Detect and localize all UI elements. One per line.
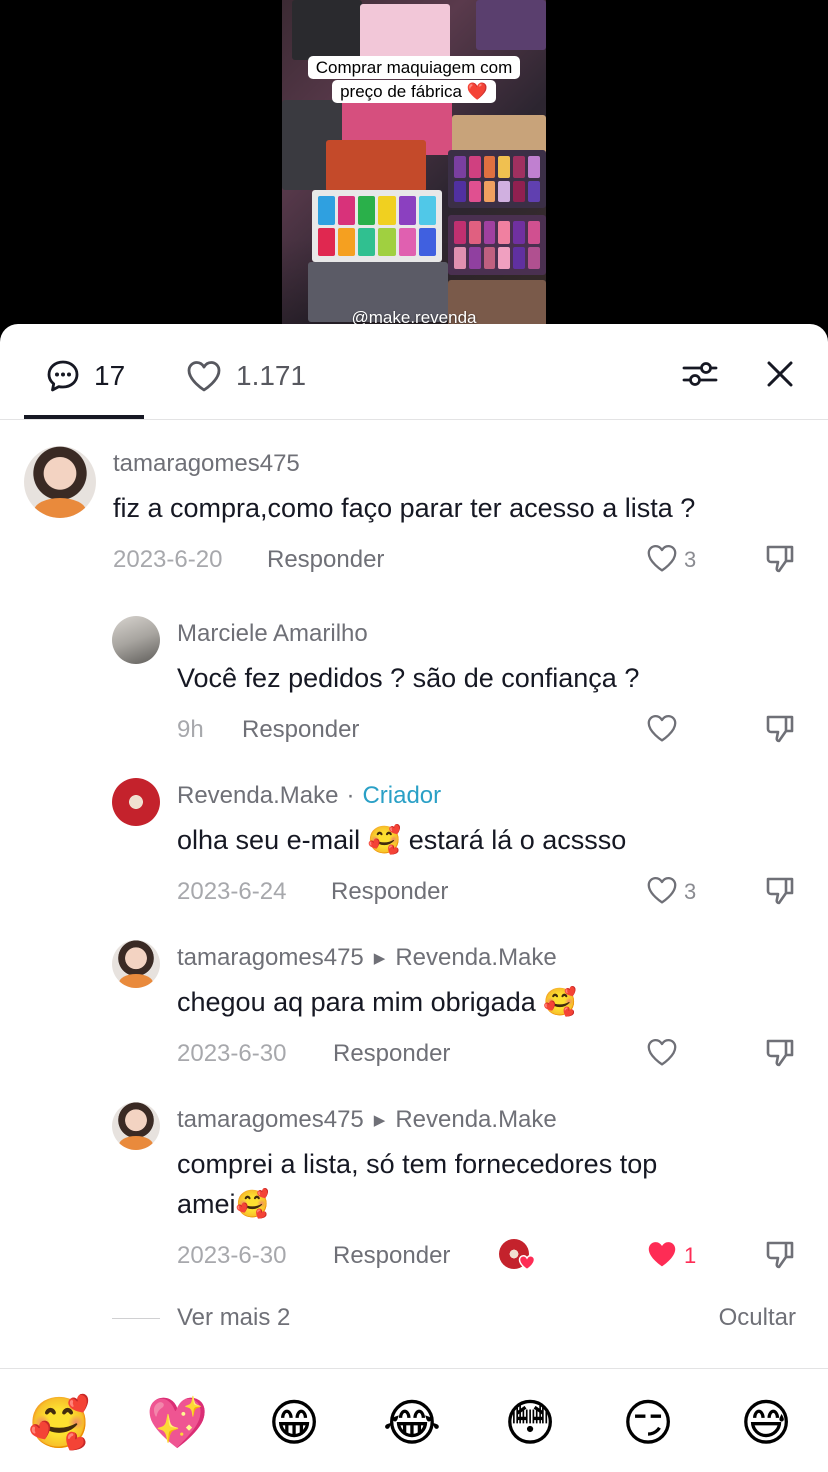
hide-replies-button[interactable]: Ocultar [719, 1304, 796, 1332]
active-tab-indicator [24, 415, 144, 419]
video-palette [360, 4, 450, 64]
avatar[interactable] [112, 778, 160, 826]
heart-outline-icon [647, 876, 677, 904]
comment-like-count: 3 [684, 879, 697, 904]
comment-username-row: tamaragomes475 ▶ Revenda.Make [177, 944, 557, 972]
avatar[interactable] [112, 940, 160, 988]
sheet-header: 17 1.171 [0, 324, 828, 420]
heart-outline-icon [187, 361, 221, 392]
reply-button[interactable]: Responder [333, 1040, 450, 1068]
like-comment-button[interactable] [644, 1034, 680, 1070]
reply-button[interactable]: Responder [331, 878, 448, 906]
comment-username[interactable]: Revenda.Make [177, 782, 338, 810]
like-comment-button[interactable] [644, 1236, 680, 1272]
video-palette [312, 190, 442, 262]
comment-text-line1: comprei a lista, só tem fornecedores top [177, 1149, 658, 1179]
reply-button[interactable]: Responder [267, 546, 384, 574]
video-caption-line2: preço de fábrica ❤️ [332, 80, 496, 103]
heart-outline-icon [647, 1038, 677, 1066]
separator-dot: · [346, 782, 355, 809]
avatar[interactable] [24, 446, 96, 518]
reply-arrow-icon: ▶ [373, 1112, 386, 1129]
tab-likes[interactable]: 1.171 [186, 354, 306, 398]
emoji-quick-bar: 🥰 💖 😁 😂 😳 😏 😅 [0, 1368, 828, 1472]
comment-date: 2023-6-20 [113, 546, 223, 573]
comment-username[interactable]: tamaragomes475 [113, 450, 300, 478]
like-comment-button[interactable] [644, 872, 680, 908]
reply-to-username[interactable]: Revenda.Make [395, 1106, 556, 1134]
close-button[interactable] [760, 354, 800, 394]
comment-date: 9h [177, 716, 204, 743]
dislike-button[interactable] [762, 872, 798, 908]
heart-outline-icon [647, 544, 677, 572]
see-more-replies-button[interactable]: Ver mais 2 [177, 1304, 290, 1332]
like-count: 1.171 [236, 360, 307, 391]
video-preview[interactable]: Comprar maquiagem com preço de fábrica ❤… [282, 0, 546, 340]
comment-date: 2023-6-24 [177, 878, 287, 905]
comment-text: fiz a compra,como faço parar ter acesso … [113, 493, 696, 523]
video-palette [448, 215, 546, 275]
comments-sheet: 17 1.171 tamaragomes475 fiz a compra,com… [0, 324, 828, 1472]
emoji-flushed[interactable]: 😳 [500, 1393, 560, 1453]
dislike-button[interactable] [762, 540, 798, 576]
reply-button[interactable]: Responder [242, 716, 359, 744]
comment-date: 2023-6-30 [177, 1242, 287, 1269]
thumbs-down-icon [766, 877, 794, 905]
emoji-tears-of-joy[interactable]: 😂 [382, 1393, 442, 1453]
thumbs-down-icon [766, 715, 794, 743]
comment-text-line2: amei🥰 [177, 1189, 270, 1219]
thumbs-down-icon [766, 545, 794, 573]
creator-liked-heart-icon [518, 1254, 536, 1271]
comment-date: 2023-6-30 [177, 1040, 287, 1067]
dislike-button[interactable] [762, 1236, 798, 1272]
comment-username[interactable]: tamaragomes475 [177, 1106, 364, 1134]
comment-text: chegou aq para mim obrigada 🥰 [177, 987, 577, 1017]
comment-username-row: tamaragomes475 ▶ Revenda.Make [177, 1106, 557, 1134]
video-palette [476, 0, 546, 50]
comment-text: olha seu e-mail 🥰 estará lá o acssso [177, 825, 627, 855]
comment-icon [47, 360, 79, 392]
filter-button[interactable] [680, 354, 720, 394]
close-icon [767, 361, 793, 387]
video-palette [448, 150, 546, 208]
video-caption: Comprar maquiagem com preço de fábrica ❤… [294, 56, 534, 104]
emoji-sweat-smile[interactable]: 😅 [736, 1393, 796, 1453]
reply-to-username[interactable]: Revenda.Make [395, 944, 556, 972]
comment-like-count: 1 [684, 1243, 697, 1268]
comment-username[interactable]: tamaragomes475 [177, 944, 364, 972]
thumbs-down-icon [766, 1241, 794, 1269]
video-caption-line1: Comprar maquiagem com [307, 56, 521, 79]
thread-divider [112, 1318, 160, 1319]
comment-like-count: 3 [684, 547, 697, 572]
heart-outline-icon [647, 714, 677, 742]
emoji-smirk[interactable]: 😏 [618, 1393, 678, 1453]
dislike-button[interactable] [762, 710, 798, 746]
reply-button[interactable]: Responder [333, 1242, 450, 1270]
creator-badge: Criador [362, 782, 442, 809]
tab-comments[interactable]: 17 [46, 354, 125, 398]
like-comment-button[interactable] [644, 540, 680, 576]
video-palette [326, 140, 426, 192]
emoji-grin[interactable]: 😁 [264, 1393, 324, 1453]
heart-filled-icon [648, 1242, 676, 1267]
emoji-smiling-hearts[interactable]: 🥰 [28, 1393, 90, 1453]
dislike-button[interactable] [762, 1034, 798, 1070]
thumbs-down-icon [766, 1039, 794, 1067]
comment-text: Você fez pedidos ? são de confiança ? [177, 663, 640, 693]
comment-count: 17 [94, 360, 126, 391]
avatar[interactable] [112, 616, 160, 664]
filter-sliders-icon [682, 362, 718, 386]
emoji-sparkling-heart[interactable]: 💖 [146, 1393, 208, 1453]
reply-arrow-icon: ▶ [373, 950, 386, 967]
comment-username-row: Revenda.Make · Criador [177, 782, 441, 810]
avatar[interactable] [112, 1102, 160, 1150]
like-comment-button[interactable] [644, 710, 680, 746]
video-palette [292, 0, 362, 60]
comment-username[interactable]: Marciele Amarilho [177, 620, 368, 648]
